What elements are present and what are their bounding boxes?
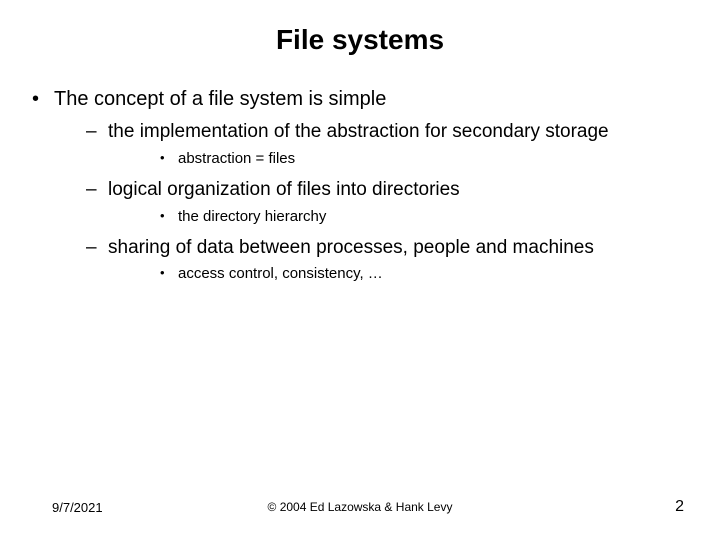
bullet-subsub: abstraction = files <box>118 149 692 169</box>
bullet-sub-text: the implementation of the abstraction fo… <box>108 121 609 142</box>
footer-page-number: 2 <box>675 498 684 516</box>
slide-content: The concept of a file system is simple t… <box>28 86 692 285</box>
bullet-subsub-text: abstraction = files <box>178 150 295 167</box>
bullet-subsub-text: the directory hierarchy <box>178 208 326 225</box>
footer-copyright: © 2004 Ed Lazowska & Hank Levy <box>268 500 453 514</box>
bullet-main: The concept of a file system is simple t… <box>28 86 692 285</box>
bullet-subsub-text: access control, consistency, … <box>178 265 383 282</box>
bullet-sub: the implementation of the abstraction fo… <box>64 119 692 169</box>
slide-footer: 9/7/2021 © 2004 Ed Lazowska & Hank Levy … <box>0 498 720 516</box>
bullet-sub: logical organization of files into direc… <box>64 177 692 227</box>
bullet-subsub: the directory hierarchy <box>118 207 692 227</box>
footer-date: 9/7/2021 <box>52 500 103 515</box>
slide: File systems The concept of a file syste… <box>0 0 720 540</box>
bullet-main-text: The concept of a file system is simple <box>54 88 386 110</box>
bullet-sub-text: logical organization of files into direc… <box>108 179 460 200</box>
bullet-sub-text: sharing of data between processes, peopl… <box>108 237 594 258</box>
slide-title: File systems <box>28 24 692 56</box>
bullet-sub: sharing of data between processes, peopl… <box>64 235 692 285</box>
bullet-subsub: access control, consistency, … <box>118 264 692 284</box>
